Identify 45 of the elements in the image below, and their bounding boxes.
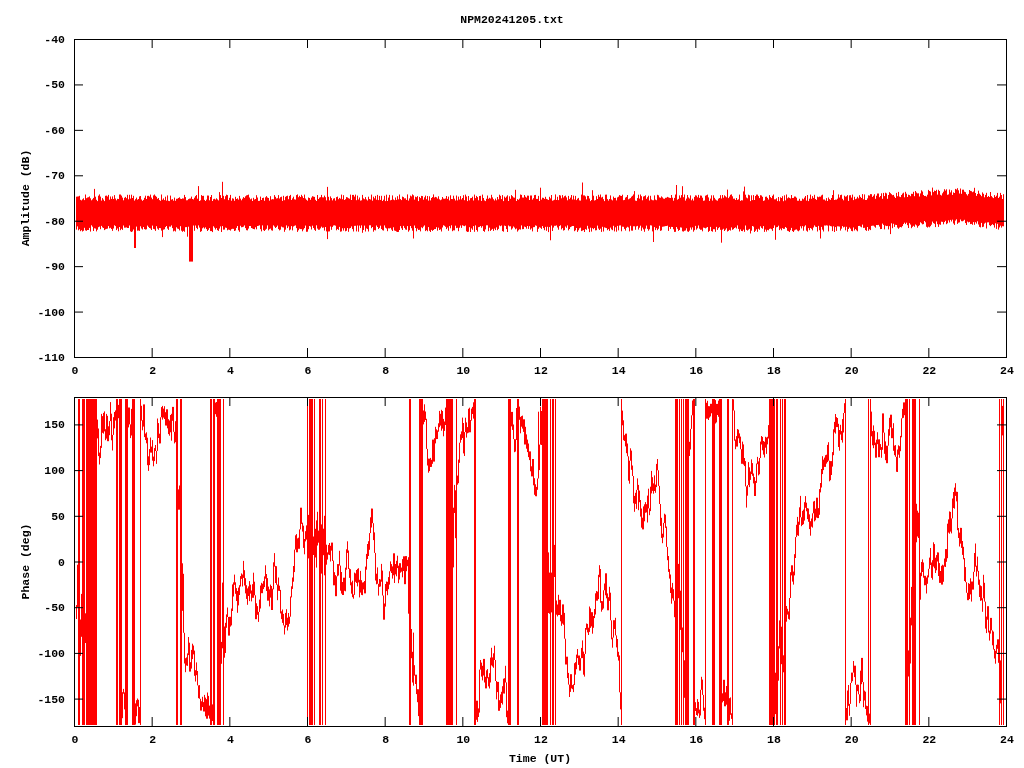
axis-tick-label: 12 [534,364,548,377]
chart-title: NPM20241205.txt [460,13,564,26]
axis-tick-label: -110 [37,351,65,364]
axis-tick-label: 6 [304,733,312,746]
y-axis-label: Phase (deg) [19,523,32,600]
axis-tick-label: 22 [922,364,937,377]
axis-tick-label: 14 [611,364,626,377]
axis-tick-label: 20 [844,364,859,377]
axis-tick-label: 2 [149,733,157,746]
axis-tick-label: -80 [44,214,65,228]
axis-tick-label: 24 [1000,364,1014,377]
axis-tick-label: 18 [767,364,781,377]
axis-tick-label: 14 [611,733,626,746]
y-axis-label: Amplitude (dB) [19,149,32,247]
axis-tick-label: 0 [71,733,79,746]
axis-tick-label: -40 [44,33,65,46]
axis-tick-label: 0 [58,555,65,569]
axis-tick-label: 0 [71,364,79,377]
axis-tick-label: 20 [844,733,859,746]
axis-tick-label: 10 [456,364,471,377]
axis-tick-label: -50 [44,78,65,92]
axis-tick-label: 6 [304,364,312,377]
axis-tick-label: -100 [37,305,65,319]
axis-tick-label: -60 [44,123,65,137]
axis-tick-label: 2 [149,364,157,377]
axis-tick-label: 8 [382,364,390,377]
axis-tick-label: 50 [51,509,65,523]
axis-tick-label: 16 [689,364,704,377]
axis-tick-label: 100 [44,464,65,478]
axis-tick-label: -50 [44,601,65,615]
axis-tick-label: -70 [44,169,65,183]
axis-tick-label: 22 [922,733,937,746]
axis-tick-label: 150 [44,418,65,432]
axis-tick-label: -100 [37,646,65,660]
axis-tick-label: 4 [226,364,234,377]
axis-tick-label: -90 [44,260,65,274]
axis-tick-label: 16 [689,733,704,746]
axis-tick-label: 8 [382,733,390,746]
axis-tick-label: 4 [226,733,234,746]
x-axis-label: Time (UT) [508,752,572,765]
axis-tick-label: 12 [534,733,548,746]
axis-tick-label: 18 [767,733,781,746]
axis-tick-label: 10 [456,733,471,746]
axis-tick-label: 24 [1000,733,1014,746]
axis-tick-label: -150 [37,692,65,706]
